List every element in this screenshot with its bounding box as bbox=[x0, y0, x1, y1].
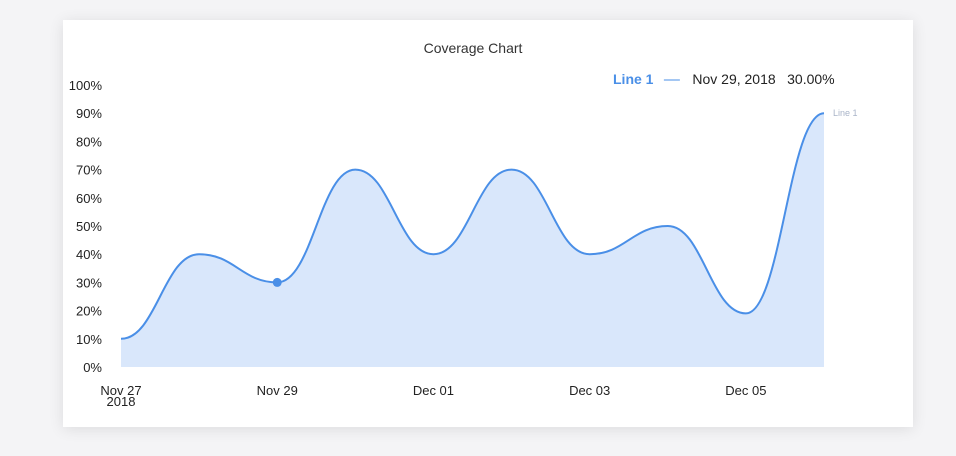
coverage-chart: Coverage Chart Line 1 — Nov 29, 2018 30.… bbox=[69, 40, 858, 409]
y-tick-label: 60% bbox=[76, 191, 102, 206]
y-tick-label: 70% bbox=[76, 163, 102, 178]
x-tick-label: Dec 05 bbox=[725, 383, 766, 398]
legend-series-name: Line 1 bbox=[613, 71, 654, 87]
y-tick-label: 40% bbox=[76, 247, 102, 262]
x-tick-sublabel: 2018 bbox=[107, 394, 136, 409]
chart-card: Coverage Chart Line 1 — Nov 29, 2018 30.… bbox=[63, 20, 913, 427]
y-tick-label: 100% bbox=[69, 78, 103, 93]
chart-title: Coverage Chart bbox=[424, 40, 523, 56]
y-tick-label: 30% bbox=[76, 275, 102, 290]
y-tick-label: 0% bbox=[83, 360, 102, 375]
y-tick-label: 10% bbox=[76, 332, 102, 347]
series-area bbox=[121, 113, 824, 367]
highlight-point[interactable] bbox=[272, 277, 282, 287]
y-tick-label: 20% bbox=[76, 304, 102, 319]
x-tick-label: Dec 03 bbox=[569, 383, 610, 398]
legend-value: 30.00% bbox=[787, 71, 834, 87]
y-tick-label: 90% bbox=[76, 106, 102, 121]
x-axis: Nov 272018Nov 29 Dec 01 Dec 03 Dec 05 bbox=[100, 383, 766, 409]
x-tick-label: Nov 29 bbox=[257, 383, 298, 398]
svg-text:Line 1 — Nov 2: Line 1 — Nov 29, 2018 30.00% bbox=[613, 71, 835, 88]
legend-separator: — bbox=[664, 71, 680, 88]
y-tick-label: 50% bbox=[76, 219, 102, 234]
series-end-label: Line 1 bbox=[833, 108, 858, 118]
legend: Line 1 — Nov 29, 2018 30.00% bbox=[613, 71, 835, 88]
y-tick-label: 80% bbox=[76, 134, 102, 149]
x-tick-label: Dec 01 bbox=[413, 383, 454, 398]
legend-date: Nov 29, 2018 bbox=[692, 71, 775, 87]
y-axis: 0% 10% 20% 30% 40% 50% 60% 70% 80% 90% 100% bbox=[69, 78, 103, 375]
plot-area: Line 1 bbox=[120, 108, 858, 367]
